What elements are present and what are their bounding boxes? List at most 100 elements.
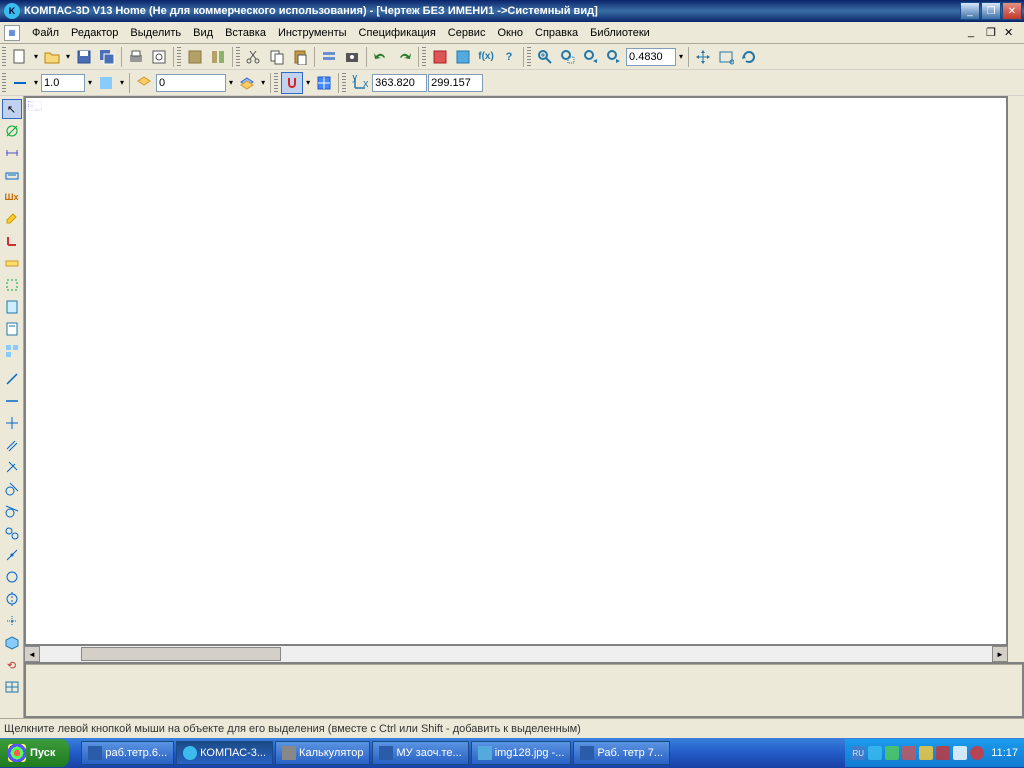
- copy-button[interactable]: [266, 46, 288, 68]
- coord-x-input[interactable]: [372, 74, 427, 92]
- doc-close-button[interactable]: ✕: [1004, 26, 1020, 40]
- minimize-button[interactable]: _: [960, 2, 980, 20]
- menu-help[interactable]: Справка: [529, 25, 584, 41]
- zoom-dropdown[interactable]: ▾: [677, 52, 685, 61]
- parallel-tool[interactable]: [2, 435, 22, 455]
- edit-tool[interactable]: [2, 209, 22, 229]
- zoom-prev-button[interactable]: [580, 46, 602, 68]
- coord-y-input[interactable]: [428, 74, 483, 92]
- tangent2-tool[interactable]: [2, 501, 22, 521]
- geometry-tool[interactable]: [2, 121, 22, 141]
- layer-vis-button[interactable]: [236, 72, 258, 94]
- aux-axis-tool[interactable]: [2, 589, 22, 609]
- layers-button[interactable]: [429, 46, 451, 68]
- tray-icon[interactable]: [868, 746, 882, 760]
- zoom-next-button[interactable]: [603, 46, 625, 68]
- new-dropdown[interactable]: ▾: [32, 52, 40, 61]
- taskbar-item[interactable]: КОМПАС-3...: [176, 741, 273, 765]
- linetype-dropdown[interactable]: ▾: [32, 78, 40, 87]
- tray-clock[interactable]: 11:17: [991, 747, 1018, 759]
- tray-volume-icon[interactable]: [953, 746, 967, 760]
- grid-button[interactable]: [313, 72, 335, 94]
- open-dropdown[interactable]: ▾: [64, 52, 72, 61]
- menu-tools[interactable]: Инструменты: [272, 25, 353, 41]
- manager-button[interactable]: [207, 46, 229, 68]
- linewidth-input[interactable]: [41, 74, 85, 92]
- vertical-scrollbar[interactable]: [1008, 96, 1024, 646]
- print-button[interactable]: [125, 46, 147, 68]
- menu-library[interactable]: Библиотеки: [584, 25, 656, 41]
- layer-mgr-button[interactable]: [133, 72, 155, 94]
- zoom-window-button[interactable]: [557, 46, 579, 68]
- save-button[interactable]: [73, 46, 95, 68]
- selectset-tool[interactable]: [2, 275, 22, 295]
- menu-view[interactable]: Вид: [187, 25, 219, 41]
- tray-lang-icon[interactable]: RU: [851, 746, 865, 760]
- properties-button[interactable]: [318, 46, 340, 68]
- help-button[interactable]: ?: [498, 46, 520, 68]
- notation-tool[interactable]: [2, 165, 22, 185]
- zoom-input[interactable]: [626, 48, 676, 66]
- menu-file[interactable]: Файл: [26, 25, 65, 41]
- close-button[interactable]: ✕: [1002, 2, 1022, 20]
- coordsys-button[interactable]: yx: [349, 72, 371, 94]
- line-tool[interactable]: [2, 369, 22, 389]
- open-button[interactable]: [41, 46, 63, 68]
- tray-icon[interactable]: [919, 746, 933, 760]
- tray-icon[interactable]: [885, 746, 899, 760]
- cut-button[interactable]: [243, 46, 265, 68]
- tray-icon[interactable]: [902, 746, 916, 760]
- menu-spec[interactable]: Спецификация: [353, 25, 442, 41]
- tangent-tool[interactable]: [2, 479, 22, 499]
- doc-minimize-button[interactable]: _: [968, 26, 984, 40]
- tray-icon[interactable]: [936, 746, 950, 760]
- layer-vis-dropdown[interactable]: ▾: [259, 78, 267, 87]
- snap-button[interactable]: [281, 72, 303, 94]
- table-tool[interactable]: [2, 677, 22, 697]
- system-tray[interactable]: RU 11:17: [845, 739, 1024, 767]
- new-button[interactable]: [9, 46, 31, 68]
- point-tool[interactable]: [2, 611, 22, 631]
- menu-service[interactable]: Сервис: [442, 25, 492, 41]
- taskbar-item[interactable]: раб.тетр.6...: [81, 741, 174, 765]
- zoom-fit-button[interactable]: [715, 46, 737, 68]
- pan-button[interactable]: [692, 46, 714, 68]
- start-button[interactable]: Пуск: [0, 739, 69, 767]
- variables-button[interactable]: f(x): [475, 46, 497, 68]
- param-tool[interactable]: [2, 231, 22, 251]
- taskbar-item[interactable]: Калькулятор: [275, 741, 370, 765]
- taskbar-item[interactable]: img128.jpg -...: [471, 741, 572, 765]
- select-tool[interactable]: ↖: [2, 99, 22, 119]
- paste-button[interactable]: [289, 46, 311, 68]
- 3dtool-icon[interactable]: [2, 633, 22, 653]
- views-tool[interactable]: [2, 341, 22, 361]
- undo-button[interactable]: [370, 46, 392, 68]
- color-button[interactable]: [95, 72, 117, 94]
- dimension-tool[interactable]: [2, 143, 22, 163]
- vline-tool[interactable]: [2, 413, 22, 433]
- library-button[interactable]: [184, 46, 206, 68]
- redo-button[interactable]: [393, 46, 415, 68]
- tangent3-tool[interactable]: [2, 523, 22, 543]
- spec-tool[interactable]: [2, 297, 22, 317]
- maximize-button[interactable]: ❐: [981, 2, 1001, 20]
- linewidth-dropdown[interactable]: ▾: [86, 78, 94, 87]
- assoc-tool[interactable]: ⟲: [2, 655, 22, 675]
- linetype-button[interactable]: [9, 72, 31, 94]
- horizontal-scrollbar[interactable]: ◄ ►: [24, 646, 1024, 662]
- saveall-icon[interactable]: [96, 46, 118, 68]
- layer-dropdown[interactable]: ▾: [227, 78, 235, 87]
- doc-icon[interactable]: ▦: [4, 25, 20, 41]
- menu-insert[interactable]: Вставка: [219, 25, 272, 41]
- refresh-button[interactable]: [738, 46, 760, 68]
- report-tool[interactable]: [2, 319, 22, 339]
- snap-dropdown[interactable]: ▾: [304, 78, 312, 87]
- doc-restore-button[interactable]: ❐: [986, 26, 1002, 40]
- layer-input[interactable]: [156, 74, 226, 92]
- measure-tool[interactable]: [2, 253, 22, 273]
- drawing-canvas[interactable]: Перв. примен. Справ. № Подп. и дата Инв.…: [26, 98, 1006, 644]
- hline-tool[interactable]: [2, 391, 22, 411]
- bisector-tool[interactable]: [2, 545, 22, 565]
- zoom-in-button[interactable]: [534, 46, 556, 68]
- color-dropdown[interactable]: ▾: [118, 78, 126, 87]
